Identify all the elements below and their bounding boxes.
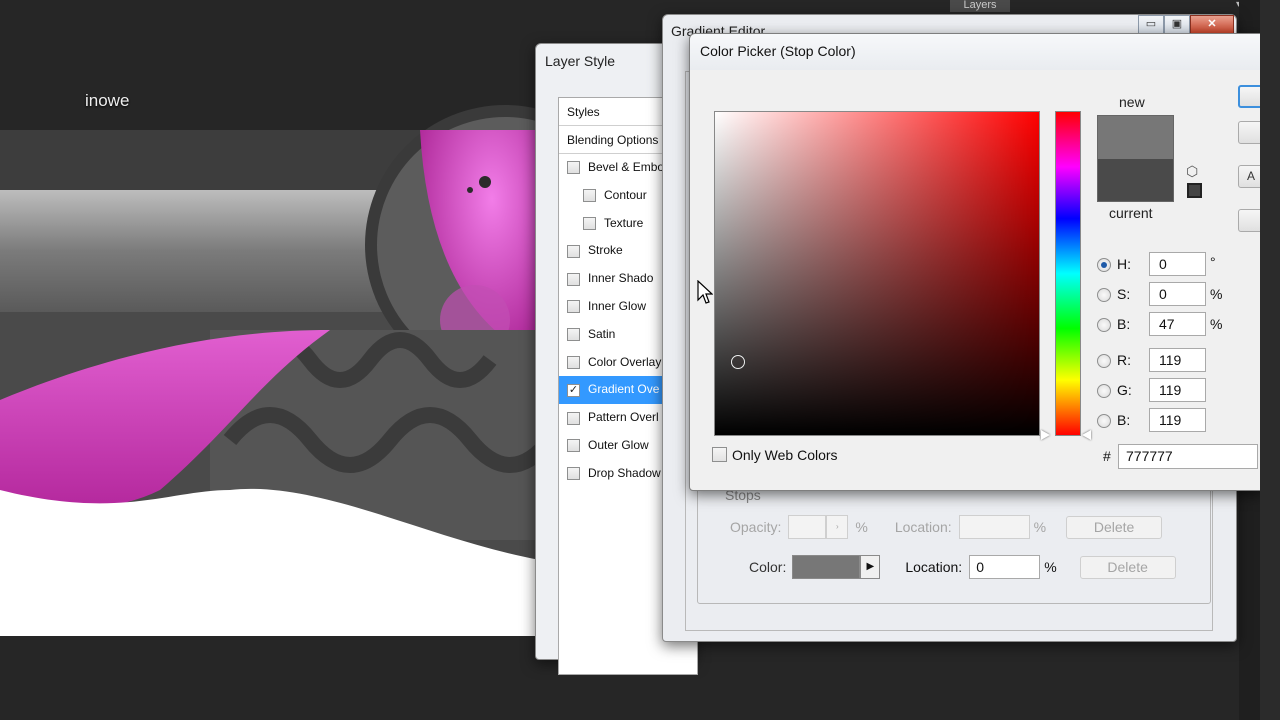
hue-label: H:	[1117, 256, 1131, 272]
hue-radio[interactable]	[1097, 258, 1111, 272]
blue-field[interactable]: 119	[1149, 408, 1206, 432]
saturation-field[interactable]: 0	[1149, 282, 1206, 306]
maximize-icon[interactable]: ▣	[1164, 15, 1190, 34]
checkbox-icon[interactable]	[567, 467, 580, 481]
current-label: current	[1109, 205, 1153, 221]
color-picker-dialog: Color Picker (Stop Color) new current ⬡ …	[689, 33, 1268, 491]
checkbox-icon[interactable]	[567, 439, 580, 453]
color-selector-ring-icon[interactable]	[731, 355, 745, 369]
checkbox-icon[interactable]	[567, 161, 580, 175]
opacity-label: Opacity:	[730, 519, 782, 535]
style-item-label: Gradient Ove	[588, 382, 660, 397]
hue-slider-left-triangle-icon[interactable]	[1041, 430, 1050, 440]
red-field[interactable]: 119	[1149, 348, 1206, 372]
hex-field[interactable]: 777777	[1118, 444, 1258, 469]
style-item-label: Inner Shado	[588, 271, 654, 286]
checkbox-icon[interactable]	[567, 272, 580, 286]
right-edge	[1260, 0, 1280, 720]
style-item-label: Drop Shadow	[588, 465, 661, 480]
brightness-field[interactable]: 47	[1149, 312, 1206, 336]
color-label: Color:	[749, 559, 787, 575]
green-field[interactable]: 119	[1149, 378, 1206, 402]
color-picker-title: Color Picker (Stop Color)	[700, 43, 856, 59]
style-item-label: Pattern Overl	[588, 410, 659, 425]
minimize-icon[interactable]: ▭	[1138, 15, 1164, 34]
style-item-label: Bevel & Embo	[588, 160, 665, 174]
opacity-unit: %	[855, 519, 868, 535]
checkbox-icon[interactable]	[567, 244, 580, 258]
close-icon[interactable]: ✕	[1190, 15, 1234, 34]
style-item-label: Contour	[604, 187, 647, 202]
stop-color-swatch[interactable]	[792, 555, 861, 579]
checkbox-icon[interactable]	[567, 355, 580, 369]
opacity-location-field[interactable]	[958, 515, 1030, 539]
opacity-field[interactable]	[788, 515, 827, 539]
stops-group	[697, 486, 1211, 604]
color-arrow-icon[interactable]: ▶	[860, 555, 881, 579]
checkbox-checked-icon[interactable]: ✓	[567, 383, 580, 397]
gamut-square-icon[interactable]	[1187, 183, 1202, 198]
web-safe-cube-icon[interactable]: ⬡	[1186, 163, 1198, 180]
saturation-label: S:	[1117, 286, 1131, 302]
color-location-label: Location:	[905, 559, 963, 575]
brightness-radio[interactable]	[1097, 318, 1111, 332]
green-label: G:	[1117, 382, 1132, 398]
checkbox-icon[interactable]	[583, 189, 596, 203]
hue-slider[interactable]	[1055, 111, 1081, 436]
window-buttons: ▭ ▣ ✕	[1138, 15, 1234, 34]
red-label: R:	[1117, 352, 1131, 368]
style-item-label: Stroke	[588, 243, 623, 258]
saturation-radio[interactable]	[1097, 288, 1111, 302]
saturation-brightness-field[interactable]	[714, 111, 1040, 436]
checkbox-icon[interactable]	[567, 328, 580, 342]
color-location-unit: %	[1044, 559, 1057, 575]
color-row: Color: ▶ Location: 0 % Delete	[749, 555, 1176, 579]
only-web-colors-checkbox[interactable]	[712, 447, 727, 462]
blue-radio[interactable]	[1097, 414, 1111, 428]
style-item-label: Satin	[588, 326, 616, 341]
opacity-arrow-icon[interactable]: ›	[826, 515, 849, 539]
color-delete-button[interactable]: Delete	[1079, 555, 1176, 579]
current-color-swatch[interactable]	[1097, 159, 1174, 202]
hue-slider-right-triangle-icon[interactable]	[1082, 430, 1091, 440]
brightness-unit: %	[1210, 316, 1223, 332]
brightness-label: B:	[1117, 316, 1131, 332]
green-radio[interactable]	[1097, 384, 1111, 398]
opacity-row: Opacity: › % Location: % Delete	[730, 515, 1163, 539]
opacity-delete-button[interactable]: Delete	[1066, 515, 1163, 539]
style-item-label: Outer Glow	[588, 437, 649, 452]
saturation-unit: %	[1210, 286, 1223, 302]
new-color-swatch	[1097, 115, 1174, 159]
style-item-label: Inner Glow	[588, 298, 647, 313]
checkbox-icon[interactable]	[567, 411, 580, 425]
hue-field[interactable]: 0	[1149, 252, 1206, 276]
hue-unit: °	[1210, 254, 1216, 270]
checkbox-icon[interactable]	[567, 300, 580, 314]
hex-prefix: #	[1103, 448, 1111, 464]
style-item-label: Texture	[604, 215, 644, 230]
opacity-location-unit: %	[1033, 519, 1047, 535]
layer-style-title: Layer Style	[545, 53, 616, 69]
color-location-field[interactable]: 0	[969, 555, 1041, 579]
layers-panel-tab[interactable]: Layers	[950, 0, 1010, 12]
new-label: new	[1119, 94, 1145, 110]
pointer-cursor-icon	[697, 280, 713, 304]
checkbox-icon[interactable]	[583, 216, 596, 230]
red-radio[interactable]	[1097, 354, 1111, 368]
opacity-location-label: Location:	[894, 519, 952, 535]
style-item-label: Color Overlay	[588, 354, 662, 369]
document-label: inowe	[85, 91, 130, 110]
only-web-colors-label: Only Web Colors	[732, 447, 838, 463]
blue-label: B:	[1117, 412, 1131, 428]
